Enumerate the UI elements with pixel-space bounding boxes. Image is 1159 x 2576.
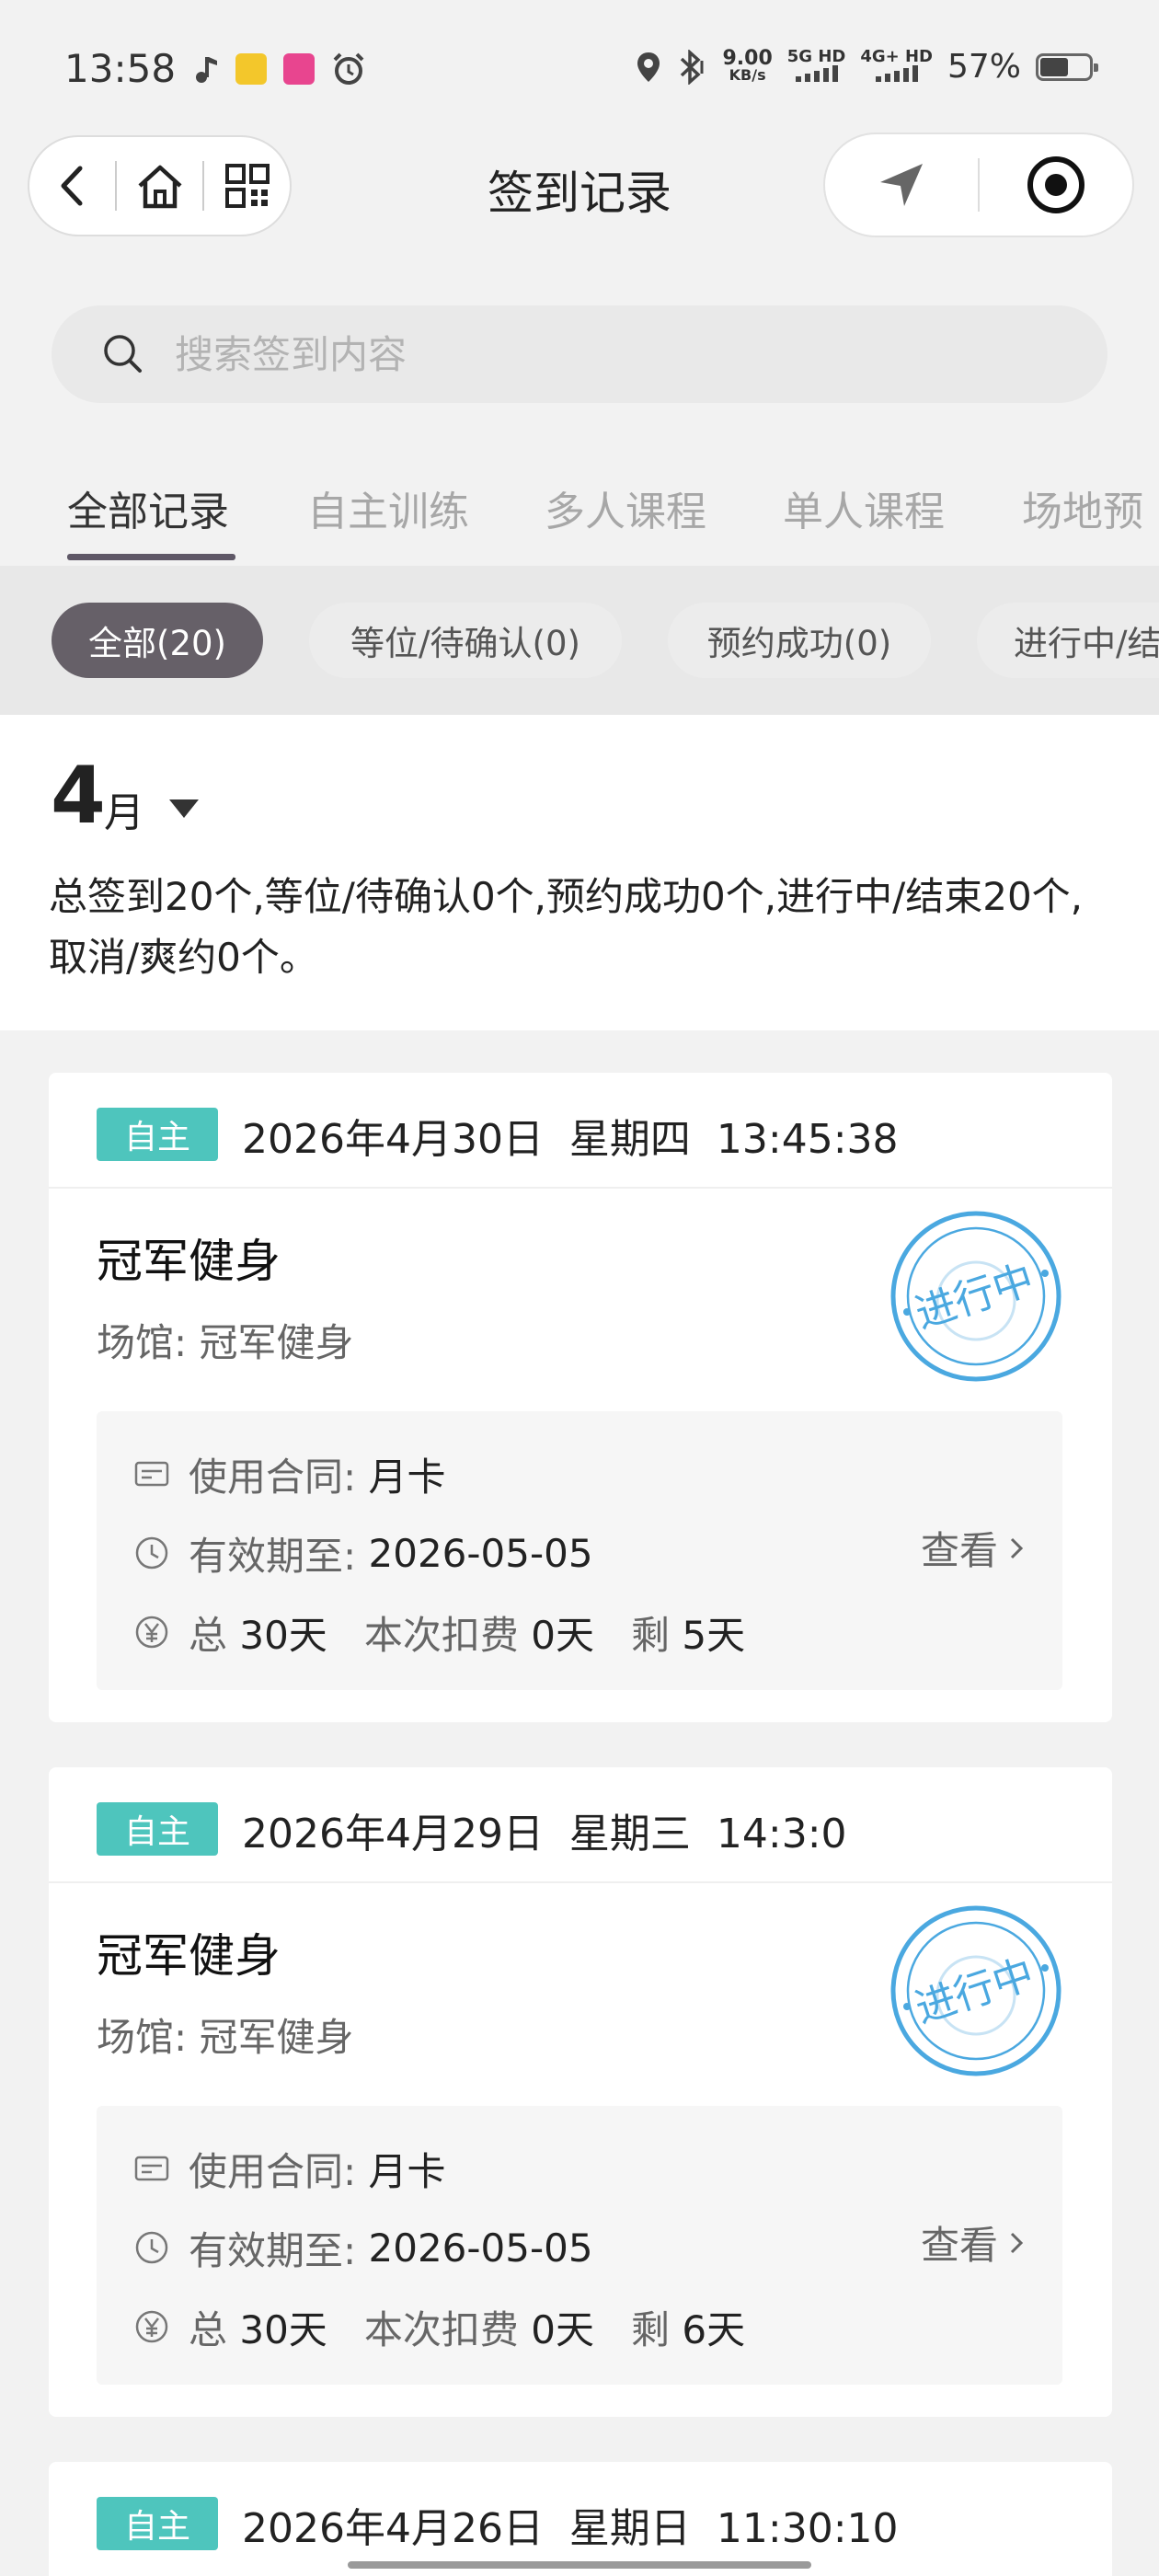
month-summary: 4 月 总签到20个,等位/待确认0个,预约成功0个,进行中/结束20个,取消/…: [0, 715, 1159, 1030]
expiry-row: 有效期至: 2026-05-05: [133, 1525, 593, 1581]
caret-down-icon: [169, 799, 199, 818]
bluetooth-icon: [681, 49, 704, 85]
alarm-icon: [333, 52, 364, 85]
gym-name: 冠军健身: [97, 1929, 281, 1983]
filter-all[interactable]: 全部(20): [52, 603, 263, 678]
search-bar[interactable]: [52, 305, 1107, 403]
search-icon: [104, 335, 142, 373]
search-input[interactable]: [173, 330, 1004, 378]
nav-left-capsule: [28, 135, 292, 236]
music-note-icon: [196, 57, 217, 83]
chevron-right-icon: [1010, 2232, 1024, 2253]
share-location-button[interactable]: [825, 134, 978, 236]
active-tab-indicator: [67, 554, 235, 560]
signal-bars-icon: [795, 64, 838, 82]
gym-name: 冠军健身: [97, 1235, 281, 1288]
stamp-text: 进行中: [910, 1256, 1039, 1338]
status-filter-bar: 全部(20) 等位/待确认(0) 预约成功(0) 进行中/结: [0, 566, 1159, 715]
balance-row: 总 30天 本次扣费 0天 剩 6天: [133, 2299, 745, 2354]
card-header: 自主 2026年4月30日 星期四 13:45:38: [49, 1073, 1112, 1189]
yen-icon: [135, 1616, 168, 1649]
back-icon: [61, 166, 82, 206]
contract-row: 使用合同: 月卡: [133, 2141, 446, 2196]
app-icon-yellow: [235, 53, 267, 85]
record-datetime: 2026年4月30日 星期四 13:45:38: [242, 1116, 899, 1163]
tab-private-class[interactable]: 单人课程: [783, 478, 945, 537]
balance-row: 总 30天 本次扣费 0天 剩 5天: [133, 1604, 745, 1660]
status-notification-icons: [193, 52, 366, 86]
sim1-signal: 5G HD: [787, 48, 845, 86]
contract-info: 使用合同: 月卡 有效期至: 2026-05-05 总 30天 本次扣费 0天 …: [97, 2106, 1062, 2385]
chevron-right-icon: [1010, 1537, 1024, 1558]
record-card[interactable]: 自主 2026年4月26日 星期日 11:30:10: [49, 2462, 1112, 2576]
venue-name: 场馆: 冠军健身: [97, 2015, 354, 2060]
status-bar: 13:58 9.00 KB/s 5G HD 4G+ HD 57%: [0, 0, 1159, 138]
record-datetime: 2026年4月26日 星期日 11:30:10: [242, 2505, 899, 2552]
contract-row: 使用合同: 月卡: [133, 1446, 446, 1501]
expiry-row: 有效期至: 2026-05-05: [133, 2220, 593, 2275]
month-number: 4: [51, 750, 106, 842]
type-badge: 自主: [97, 2497, 218, 2550]
record-datetime: 2026年4月29日 星期三 14:3:0: [242, 1811, 847, 1857]
view-details-link[interactable]: 查看: [921, 2214, 1026, 2271]
contract-info: 使用合同: 月卡 有效期至: 2026-05-05 总 30天 本次扣费 0天 …: [97, 1411, 1062, 1690]
sim2-signal: 4G+ HD: [860, 48, 933, 86]
status-system-icons: 9.00 KB/s 5G HD 4G+ HD 57%: [636, 46, 1098, 86]
qr-icon: [224, 164, 270, 208]
battery-percent: 57%: [947, 48, 1021, 86]
summary-text: 总签到20个,等位/待确认0个,预约成功0个,进行中/结束20个,取消/爽约0个…: [49, 874, 1084, 980]
navigation-arrow-icon: [880, 164, 923, 206]
card-header: 自主 2026年4月26日 星期日 11:30:10: [49, 2462, 1112, 2576]
type-badge: 自主: [97, 1108, 218, 1161]
card-icon: [134, 2156, 169, 2181]
home-button[interactable]: [117, 137, 202, 235]
clock-icon: [135, 2231, 168, 2264]
tab-self-training[interactable]: 自主训练: [307, 478, 469, 537]
view-details-link[interactable]: 查看: [921, 1520, 1026, 1576]
filter-waitlist[interactable]: 等位/待确认(0): [309, 603, 622, 678]
tab-group-class[interactable]: 多人课程: [545, 478, 706, 537]
status-time: 13:58: [64, 46, 177, 91]
qr-button[interactable]: [204, 137, 290, 235]
filter-in-progress[interactable]: 进行中/结: [977, 603, 1159, 678]
record-card[interactable]: 自主 2026年4月29日 星期三 14:3:0 冠军健身 场馆: 冠军健身 进…: [49, 1767, 1112, 2417]
nav-right-capsule: [823, 132, 1134, 237]
home-icon: [137, 165, 182, 209]
in-progress-stamp-icon: 进行中: [890, 1211, 1061, 1382]
signal-bars-icon: [875, 64, 918, 82]
app-icon-pink: [283, 53, 315, 85]
close-miniprogram-button[interactable]: [980, 134, 1132, 236]
location-icon: [637, 52, 660, 82]
card-header: 自主 2026年4月29日 星期三 14:3:0: [49, 1767, 1112, 1883]
battery-icon: [1036, 52, 1098, 81]
back-button[interactable]: [29, 137, 115, 235]
home-indicator[interactable]: [348, 2561, 811, 2569]
type-badge: 自主: [97, 1802, 218, 1856]
month-unit: 月: [104, 789, 144, 836]
in-progress-stamp-icon: 进行中: [890, 1905, 1061, 2076]
tab-all-records[interactable]: 全部记录: [67, 478, 229, 537]
venue-name: 场馆: 冠军健身: [97, 1320, 354, 1365]
filter-booked[interactable]: 预约成功(0): [668, 603, 931, 678]
record-card[interactable]: 自主 2026年4月30日 星期四 13:45:38 冠军健身 场馆: 冠军健身…: [49, 1073, 1112, 1722]
yen-icon: [135, 2310, 168, 2343]
net-speed: 9.00 KB/s: [722, 46, 773, 84]
card-icon: [134, 1461, 169, 1487]
stamp-text: 进行中: [910, 1950, 1039, 2032]
tab-venue-booking[interactable]: 场地预: [1022, 478, 1143, 537]
record-icon: [1027, 156, 1084, 213]
category-tabs: 全部记录 自主训练 多人课程 单人课程 场地预: [0, 442, 1159, 566]
clock-icon: [135, 1536, 168, 1570]
